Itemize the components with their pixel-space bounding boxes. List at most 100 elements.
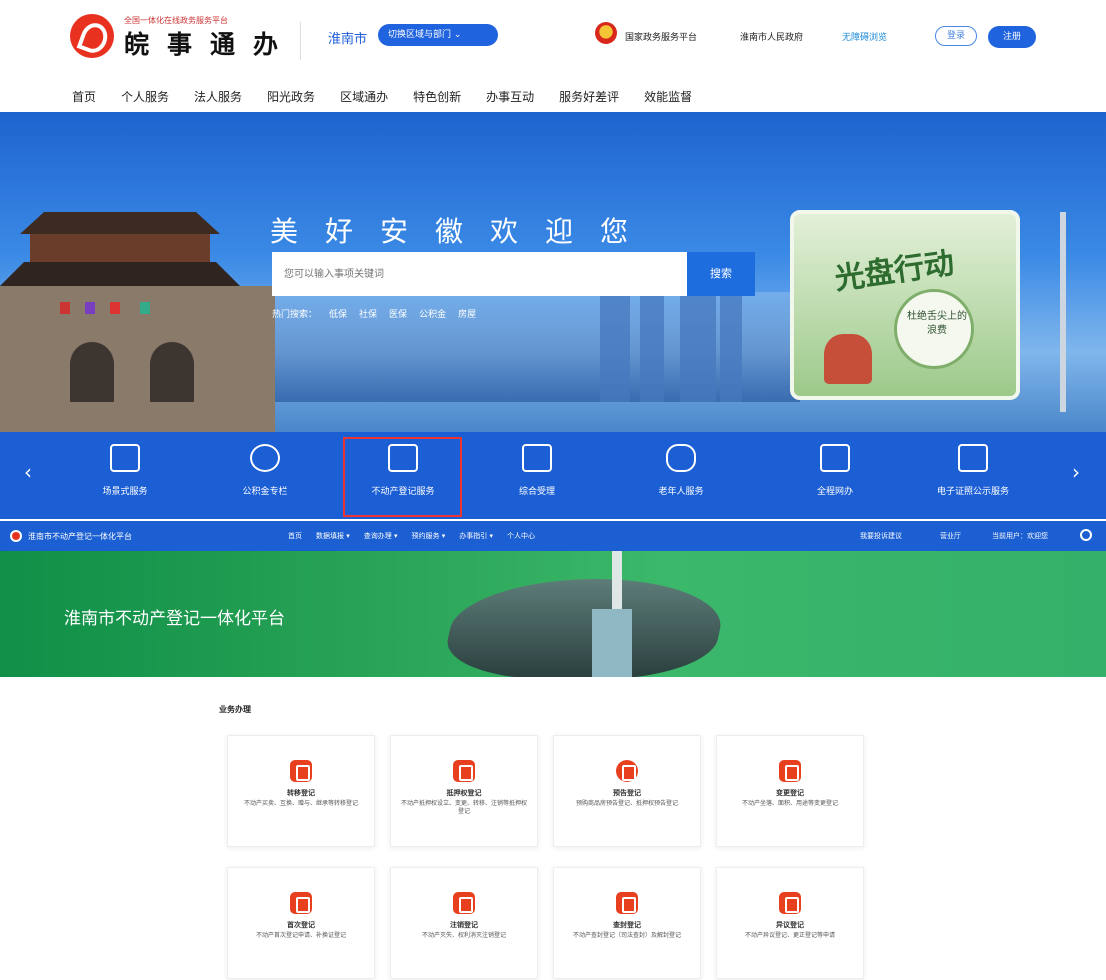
hot-term[interactable]: 低保 [329,307,347,320]
section-title: 业务办理 [219,705,251,714]
flag-icon [60,302,70,314]
nav-item-evaluation[interactable]: 服务好差评 [559,88,619,105]
card-seizure-registration[interactable]: 查封登记 不动产查封登记（司法查封）及解封登记 [553,867,701,979]
document-icon [779,760,801,782]
tower-roof [0,262,240,286]
link-accessibility[interactable]: 无障碍浏览 [842,30,887,43]
service-scene[interactable]: 场景式服务 [60,432,190,519]
service-label: 老年人服务 [658,487,704,497]
service-housing-fund[interactable]: 公积金专栏 [200,432,330,519]
ancient-tower-image [0,192,275,432]
site-header: 全国一体化在线政务服务平台 皖事通办 淮南市 切换区域与部门 ⌄ 国家政务服务平… [0,0,1106,112]
service-comprehensive[interactable]: 综合受理 [472,432,602,519]
service-label: 电子证照公示服务 [936,487,1009,497]
subplatform-name[interactable]: 淮南市不动产登记一体化平台 [28,531,132,542]
nav-item-personal[interactable]: 个人服务 [121,88,169,105]
chevron-right-icon[interactable]: › [1072,460,1080,484]
business-section: 业务办理 转移登记 不动产买卖、互换、赠与、继承等转移登记 抵押权登记 不动产抵… [0,677,1106,980]
switch-region-button[interactable]: 切换区域与部门 ⌄ [378,24,498,46]
switch-region-label: 切换区域与部门 [388,30,452,40]
login-button[interactable]: 登录 [935,26,977,46]
card-name: 异议登记 [776,921,804,929]
highlight-box [343,437,462,517]
card-desc: 不动产灭失、权利消灭注销登记 [421,932,506,939]
service-online[interactable]: 全程网办 [770,432,900,519]
card-objection-registration[interactable]: 异议登记 不动产异议登记、更正登记等申请 [716,867,864,979]
monitor-icon [820,444,850,472]
site-logo-icon[interactable] [70,14,114,58]
building-shape [640,282,664,402]
hot-term[interactable]: 社保 [359,307,377,320]
search-box [272,252,687,296]
chevron-left-icon[interactable]: ‹ [24,460,32,484]
service-elderly[interactable]: 老年人服务 [616,432,746,519]
card-mortgage-registration[interactable]: 抵押权登记 不动产抵押权设立、变更、转移、注销等抵押权登记 [390,735,538,847]
subnav-item[interactable]: 数据填报 ▾ [316,531,350,541]
register-button[interactable]: 注册 [988,26,1036,48]
promo-card[interactable]: 光盘行动 杜绝舌尖上的浪费 [790,210,1020,400]
document-icon [779,892,801,914]
hot-term[interactable]: 公积金 [419,307,446,320]
flag-icon [140,302,150,314]
card-desc: 不动产异议登记、更正登记等申请 [744,932,835,939]
document-icon [453,892,475,914]
flag-icon [110,302,120,314]
promo-badge: 杜绝舌尖上的浪费 [894,289,974,369]
folder-icon [290,892,312,914]
service-label: 公积金专栏 [242,487,288,497]
subplatform-logo-icon [10,530,22,542]
hot-term[interactable]: 医保 [389,307,407,320]
nav-item-interaction[interactable]: 办事互动 [486,88,534,105]
power-icon[interactable] [1080,529,1092,541]
subnav-item[interactable]: 个人中心 [507,531,535,541]
card-cancel-registration[interactable]: 注销登记 不动产灭失、权利消灭注销登记 [390,867,538,979]
nav-item-supervision[interactable]: 效能监督 [644,88,692,105]
hot-search-label: 热门搜索： [272,310,318,320]
promo-text: 杜绝舌尖上的浪费 [907,311,967,336]
nav-item-region[interactable]: 区域通办 [340,88,388,105]
document-icon [453,760,475,782]
complaint-link[interactable]: 我要投诉建议 [860,531,902,541]
card-notice-registration[interactable]: 预告登记 预购商品房预告登记、抵押权预告登记 [553,735,701,847]
card-desc: 不动产买卖、互换、赠与、继承等转移登记 [243,800,358,807]
chevron-down-icon: ⌄ [453,30,462,40]
document-icon [290,760,312,782]
card-name: 变更登记 [776,789,804,797]
card-desc: 不动产查封登记（司法查封）及解封登记 [572,932,681,939]
nav-item-innovation[interactable]: 特色创新 [413,88,461,105]
card-name: 抵押权登记 [446,789,482,797]
hot-term[interactable]: 房屋 [458,307,476,320]
logo-title[interactable]: 皖事通办 [124,25,296,61]
nav-item-home[interactable]: 首页 [72,88,96,105]
service-label: 全程网办 [816,487,853,497]
location-pin-icon [250,444,280,472]
subplatform-hero: 淮南市不动产登记一体化平台 [0,551,1106,677]
card-desc: 不动产坐落、面积、用途等变更登记 [741,800,838,807]
farmer-figure-image [824,334,872,384]
link-national-platform[interactable]: 国家政务服务平台 [625,30,697,43]
building-glass-image [592,609,632,677]
search-input[interactable] [272,252,687,296]
subnav-item[interactable]: 首页 [288,531,302,541]
card-change-registration[interactable]: 变更登记 不动产坐落、面积、用途等变更登记 [716,735,864,847]
hero-title: 淮南市不动产登记一体化平台 [64,609,285,629]
nav-item-legal[interactable]: 法人服务 [194,88,242,105]
service-hall-link[interactable]: 营业厅 [940,531,961,541]
power-pole-image [1060,212,1066,412]
nav-item-open-gov[interactable]: 阳光政务 [267,88,315,105]
card-transfer-registration[interactable]: 转移登记 不动产买卖、互换、赠与、继承等转移登记 [227,735,375,847]
subnav-item[interactable]: 办事指引 ▾ [459,531,493,541]
service-e-license[interactable]: 电子证照公示服务 [908,432,1038,519]
diamond-icon [110,444,140,472]
search-button[interactable]: 搜索 [687,252,755,296]
building-image [439,579,731,677]
link-city-government[interactable]: 淮南市人民政府 [740,30,803,43]
card-name: 注销登记 [450,921,478,929]
people-icon [666,444,696,472]
card-first-registration[interactable]: 首次登记 不动产首次登记申请、补换证登记 [227,867,375,979]
subnav-item[interactable]: 预约服务 ▾ [412,531,446,541]
service-label: 场景式服务 [102,487,148,497]
service-label: 综合受理 [518,487,555,497]
subnav-item[interactable]: 查询办理 ▾ [364,531,398,541]
current-user[interactable]: 当前用户：欢迎您 [992,531,1048,541]
